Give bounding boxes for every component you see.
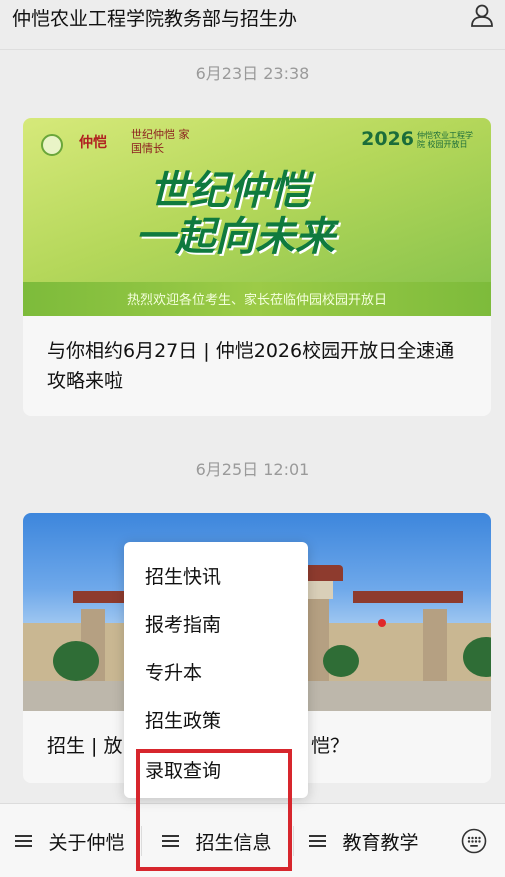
open-day-banner: 仲恺 世纪仲恺 家国情长 2026 仲恺农业工程学院 校园开放日 世纪仲恺 一起向…: [23, 118, 491, 316]
person-icon[interactable]: [469, 2, 495, 28]
gate-pillar: [305, 599, 329, 689]
year-badge-number: 2026: [361, 128, 414, 150]
menu-about-label: 关于仲恺: [48, 831, 125, 854]
slogan-line-2: 一起向未来: [135, 213, 335, 260]
menu-education[interactable]: 教育教学: [294, 804, 434, 877]
menu-icon: [15, 834, 33, 848]
submenu-item-admission-query[interactable]: 录取查询: [145, 756, 221, 783]
article-card[interactable]: 仲恺 世纪仲恺 家国情长 2026 仲恺农业工程学院 校园开放日 世纪仲恺 一起向…: [23, 118, 491, 416]
menu-education-label: 教育教学: [342, 831, 419, 854]
year-badge-sub: 仲恺农业工程学院 校园开放日: [417, 130, 473, 149]
menu-admissions[interactable]: 招生信息: [142, 804, 292, 877]
banner-subtitle: 热烈欢迎各位考生、家长莅临仲园校园开放日: [126, 293, 387, 308]
article-title[interactable]: 与你相约6月27日 | 仲恺2026校园开放日全速通攻略来啦: [47, 336, 467, 396]
banner-logo-text: 仲恺: [79, 135, 107, 151]
menu-icon: [162, 834, 180, 848]
tree: [53, 641, 99, 681]
menu-about[interactable]: 关于仲恺: [0, 804, 140, 877]
chat-header: 仲恺农业工程学院教务部与招生办: [0, 0, 505, 50]
menu-icon: [309, 834, 327, 848]
submenu-item-guide[interactable]: 报考指南: [145, 610, 221, 637]
tree: [323, 645, 359, 677]
submenu-item-policy[interactable]: 招生政策: [145, 706, 221, 733]
article-title-right[interactable]: 恺？: [311, 731, 349, 761]
year-badge: 2026 仲恺农业工程学院 校园开放日: [361, 128, 477, 150]
message-timestamp: 6月23日 23:38: [195, 64, 310, 83]
gate-pillar: [423, 609, 447, 689]
submenu-item-news[interactable]: 招生快讯: [145, 562, 221, 589]
banner-logo-script: 世纪仲恺 家国情长: [131, 128, 190, 155]
lantern: [378, 619, 386, 627]
school-logo: [41, 134, 63, 156]
admissions-submenu: 招生快讯 报考指南 专升本 招生政策 录取查询: [124, 542, 308, 798]
keyboard-icon[interactable]: [461, 828, 487, 854]
slogan-line-1: 世纪仲恺: [149, 167, 309, 214]
gate-roof: [353, 591, 463, 603]
bottom-menu-bar: 关于仲恺 招生信息 教育教学: [0, 803, 505, 877]
message-timestamp: 6月25日 12:01: [195, 460, 310, 479]
menu-admissions-label: 招生信息: [195, 831, 272, 854]
account-title: 仲恺农业工程学院教务部与招生办: [12, 8, 298, 30]
submenu-item-upgrade[interactable]: 专升本: [145, 658, 202, 685]
article-title-left[interactable]: 招生 | 放: [47, 731, 122, 761]
banner-slogan: 世纪仲恺 一起向未来: [135, 167, 335, 260]
